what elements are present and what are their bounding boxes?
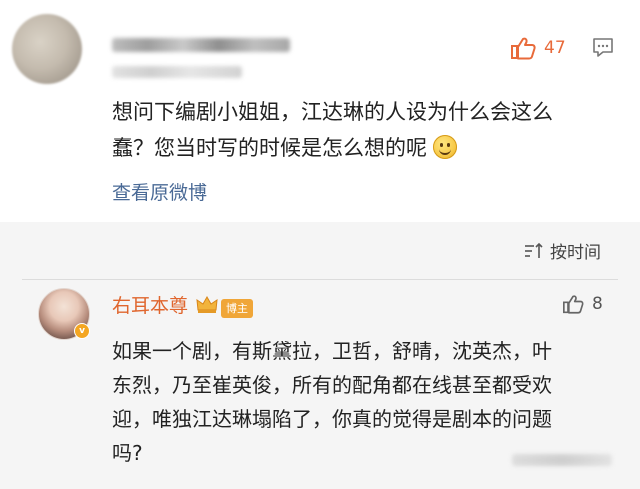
smile-emoji-icon <box>433 135 457 159</box>
comment-text-line: 如果一个剧，有斯黛拉，卫哲，舒晴，沈英杰，叶 <box>112 339 552 363</box>
crown-icon <box>196 295 218 313</box>
comment-icon <box>593 38 613 57</box>
author-name-blurred[interactable] <box>112 38 290 52</box>
sort-label: 按时间 <box>550 243 601 263</box>
original-post: 47 想问下编剧小姐姐，江达琳的人设为什么会这么 蠢？您当时写的时候是怎么想的呢… <box>0 0 640 222</box>
comment-text-line: 迎，唯独江达琳塌陷了，你真的觉得是剧本的问题 <box>112 407 552 431</box>
commenter-name[interactable]: 右耳本尊 <box>112 291 188 318</box>
post-text-line-2: 蠢？您当时写的时候是怎么想的呢 <box>112 136 427 160</box>
sort-by-time-button[interactable]: 按时间 <box>524 238 601 263</box>
comments-section: 按时间 v 右耳本尊 博主 8 如果一个剧，有斯黛拉，卫哲，舒晴，沈英杰，叶 东… <box>0 222 640 489</box>
comment-like-button[interactable]: 8 <box>562 294 603 314</box>
post-text: 想问下编剧小姐姐，江达琳的人设为什么会这么 蠢？您当时写的时候是怎么想的呢 <box>112 94 612 166</box>
comment-text-line: 东烈，乃至崔英俊，所有的配角都在线甚至都受欢 <box>112 373 552 397</box>
post-text-line: 蠢？您当时写的时候是怎么想的呢 <box>112 130 612 166</box>
comment-like-count: 8 <box>592 294 603 314</box>
sort-icon <box>525 242 543 258</box>
view-original-link[interactable]: 查看原微博 <box>112 178 207 205</box>
author-avatar-blurred[interactable] <box>12 14 82 84</box>
divider <box>22 279 618 280</box>
thumbs-up-icon <box>511 37 536 60</box>
blogger-badge: 博主 <box>221 299 253 318</box>
verified-badge-icon: v <box>74 323 90 339</box>
post-text-line: 想问下编剧小姐姐，江达琳的人设为什么会这么 <box>112 100 553 124</box>
post-like-count: 47 <box>544 38 566 58</box>
comment-text: 如果一个剧，有斯黛拉，卫哲，舒晴，沈英杰，叶 东烈，乃至崔英俊，所有的配角都在线… <box>112 334 612 470</box>
watermark-blurred <box>512 454 612 466</box>
post-meta-blurred <box>112 66 242 78</box>
reply-button[interactable] <box>592 37 614 63</box>
post-like-button[interactable]: 47 <box>510 36 566 60</box>
thumbs-up-icon <box>563 295 584 314</box>
